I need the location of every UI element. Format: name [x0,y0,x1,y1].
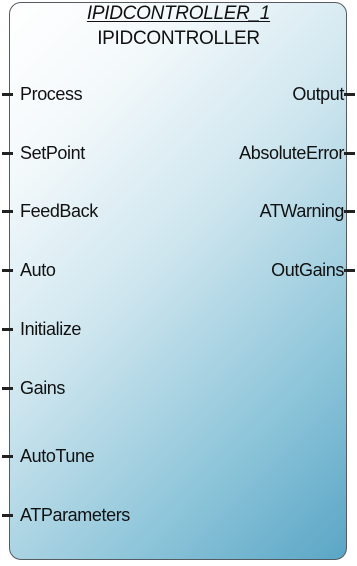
input-pin-initialize: Initialize [20,319,82,339]
output-pin-atwarning: ATWarning [259,201,345,221]
block-instance-name[interactable]: IPIDCONTROLLER_1 [0,3,357,25]
input-pin-connector[interactable] [2,152,13,155]
input-pin-setpoint: SetPoint [20,143,85,163]
input-pin-gains: Gains [20,378,66,398]
input-pin-connector[interactable] [2,269,13,272]
output-pin-outgains: OutGains [271,260,344,280]
input-pin-connector[interactable] [2,514,13,517]
output-pin-connector[interactable] [344,93,355,96]
input-pin-connector[interactable] [2,455,13,458]
block-type-name: IPIDCONTROLLER [97,28,260,49]
input-pin-process: Process [20,84,83,104]
input-pin-connector[interactable] [2,328,13,331]
input-pin-connector[interactable] [2,210,13,213]
output-pin-connector[interactable] [344,269,355,272]
input-pin-connector[interactable] [2,387,13,390]
input-pin-auto: Auto [20,260,56,280]
input-pin-autotune: AutoTune [20,446,95,466]
output-pin-output: Output [292,84,344,104]
input-pin-feedback: FeedBack [20,201,98,221]
output-pin-connector[interactable] [344,152,355,155]
input-pin-atparameters: ATParameters [20,505,130,525]
input-pin-connector[interactable] [2,93,13,96]
output-pin-absoluteerror: AbsoluteError [239,143,344,163]
output-pin-connector[interactable] [344,210,355,213]
